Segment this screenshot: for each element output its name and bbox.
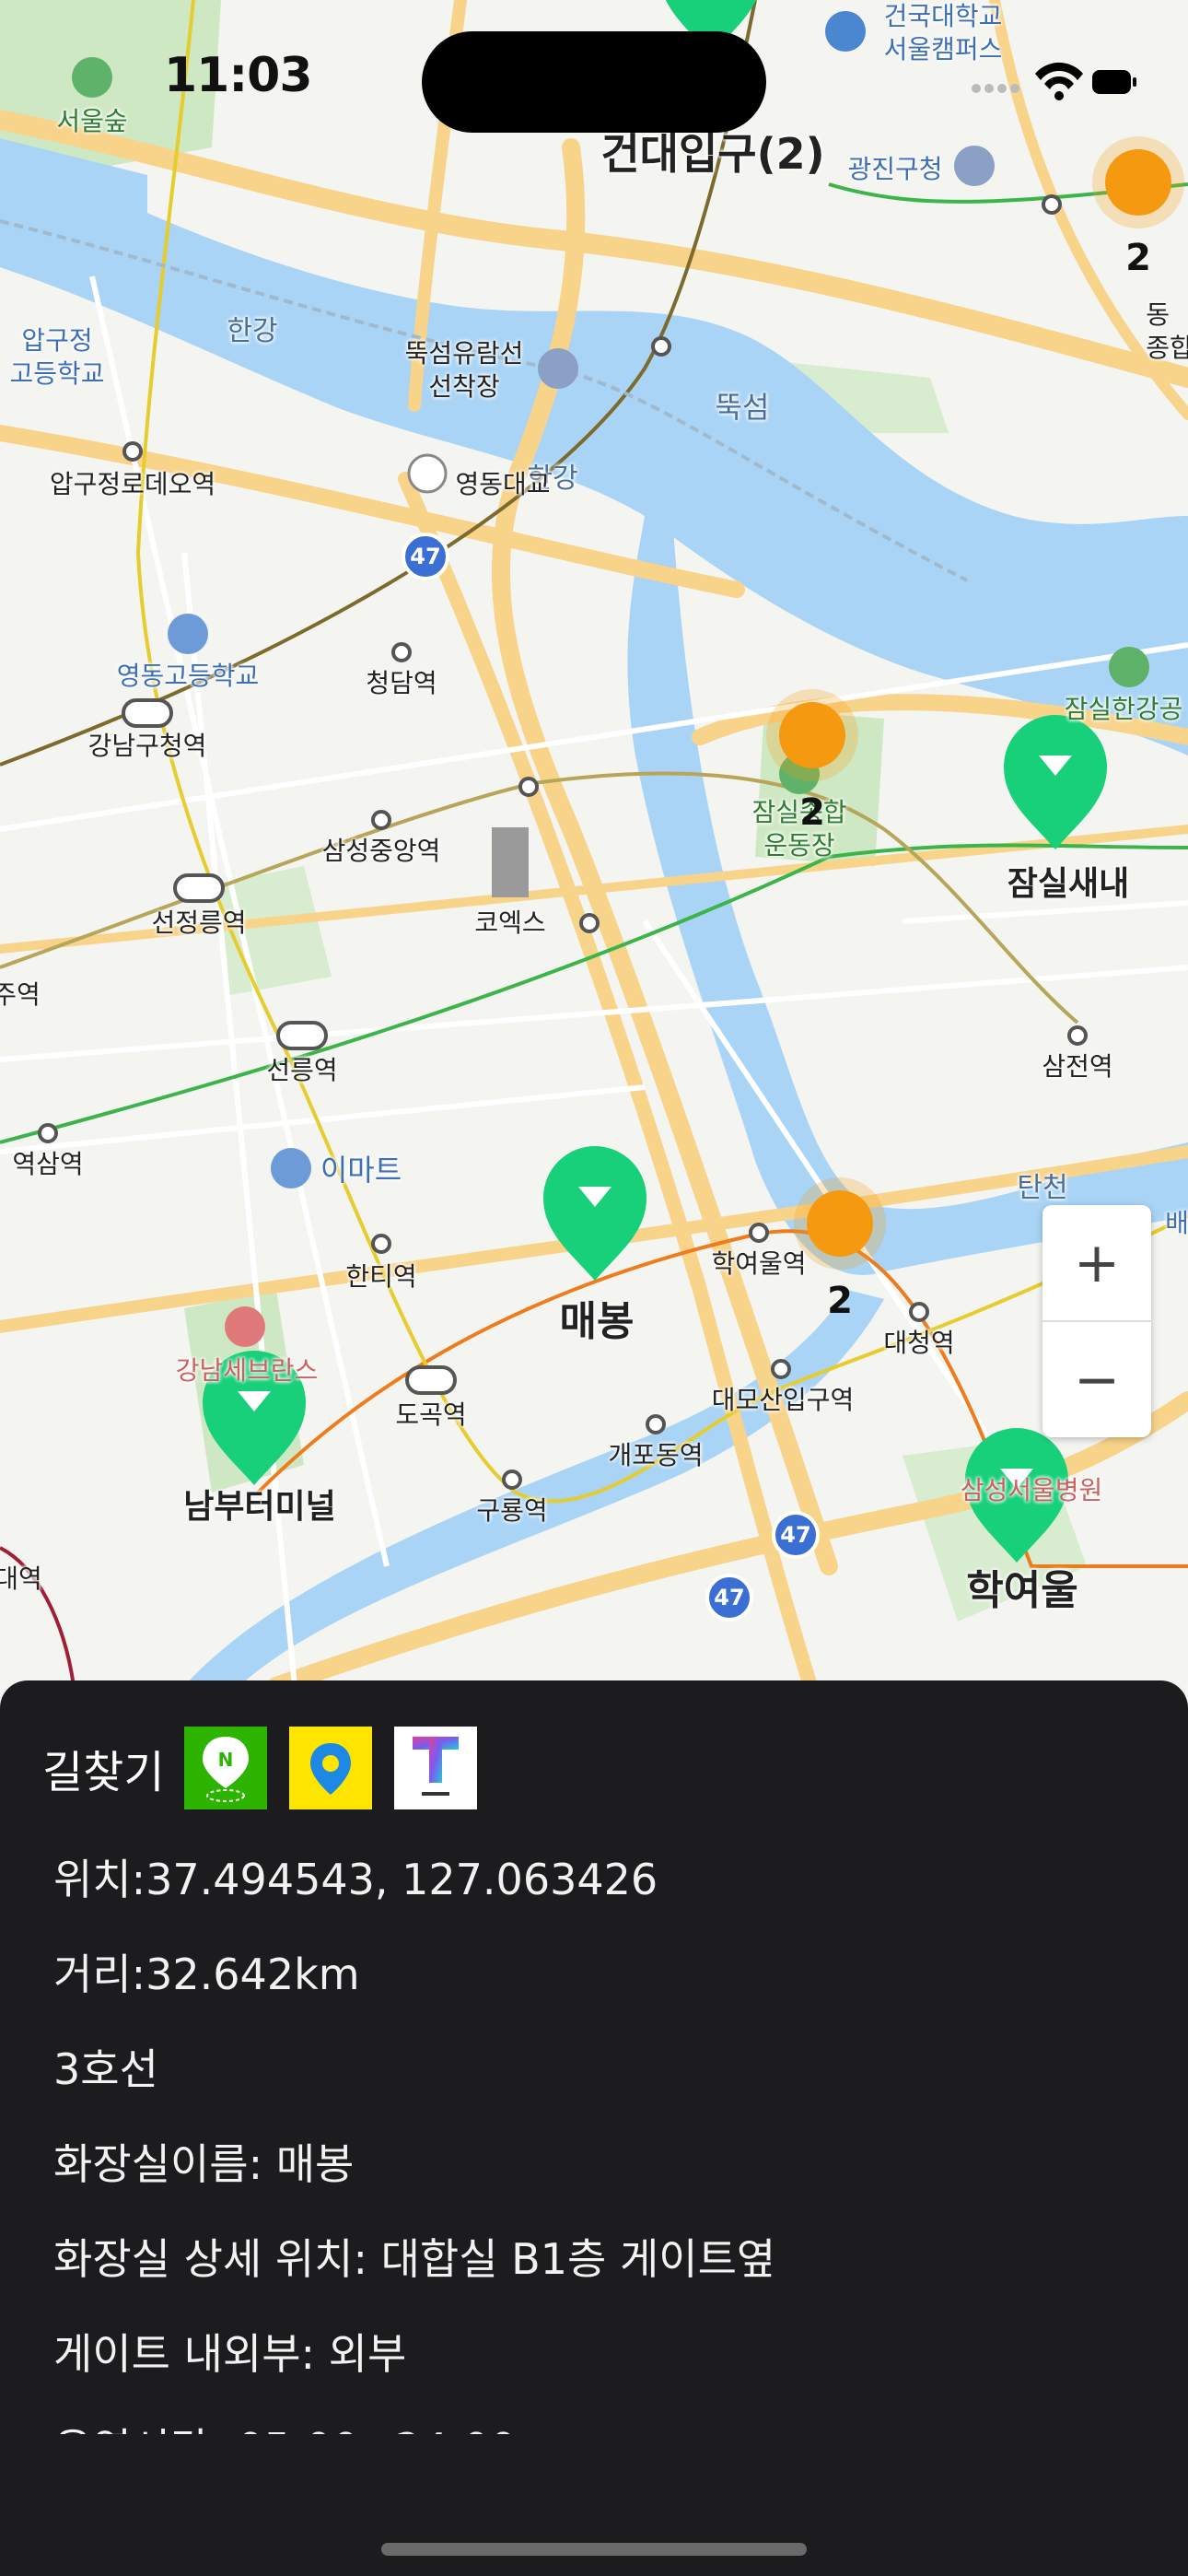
status-bar: 11:03 <box>0 0 1188 157</box>
map-label-samseong-jungang: 삼성중앙역 <box>321 836 441 866</box>
gate-side-text: 게이트 내외부: 외부 <box>53 2329 407 2379</box>
map-label-gaepo: 개포동역 <box>608 1440 704 1470</box>
map-label-hagyeoul: 학여울 <box>966 1567 1078 1614</box>
signal-icon <box>972 84 1019 93</box>
map-label-coex: 코엑스 <box>474 907 546 938</box>
map-label-daemosan: 대모산입구역 <box>711 1385 855 1415</box>
zoom-control: + − <box>1042 1205 1151 1437</box>
navigation-title: 길찾기 <box>42 1747 165 1798</box>
zoom-out-button[interactable]: − <box>1042 1322 1151 1437</box>
hours-clip: 운영시간: 05:00~24:00 <box>0 2395 1188 2434</box>
detail-sheet: 길찾기 N 위치:37.494543, 127.063426 거리:32.642… <box>0 1680 1188 2576</box>
subway-line-text: 3호선 <box>53 2044 158 2094</box>
map-label-gangnam-severance: 강남세브란스 <box>175 1355 319 1386</box>
map-label-dogok: 도곡역 <box>395 1399 467 1430</box>
map-label-apgujeong-high: 압구정 고등학교 <box>9 325 105 389</box>
map-label-samjeon: 삼전역 <box>1042 1051 1113 1082</box>
kakao-map-icon[interactable] <box>289 1727 373 1809</box>
operating-hours-text: 운영시간: 05:00~24:00 <box>53 2416 517 2434</box>
map-label-ttukseom: 뚝섬 <box>715 390 770 425</box>
map-label-emart: 이마트 <box>320 1153 402 1188</box>
cluster-count-top-right[interactable]: 2 <box>1125 237 1151 279</box>
wifi-icon <box>1035 62 1083 100</box>
map-label-tancheon: 탄천 <box>1017 1172 1068 1204</box>
tmap-icon[interactable] <box>394 1727 478 1809</box>
dynamic-island <box>422 31 766 133</box>
map-label-daecheong: 대청역 <box>883 1328 955 1358</box>
map-label-dong-right: 동 종합 <box>1146 299 1188 363</box>
route-47-a: 47 <box>410 544 441 569</box>
cluster-count-sports[interactable]: 2 <box>799 791 825 834</box>
route-47-b: 47 <box>780 1522 811 1548</box>
map-label-yeongdong-high: 영동고등학교 <box>116 661 260 691</box>
navigation-row: 길찾기 N <box>42 1727 499 1809</box>
battery-icon <box>1092 70 1136 94</box>
distance-text: 거리:32.642km <box>53 1950 360 1999</box>
toilet-detail-text: 화장실 상세 위치: 대합실 B1층 게이트옆 <box>53 2234 776 2284</box>
map-label-ttukseom-resort: 뚝섬유람선 선착장 <box>404 338 524 402</box>
map-label-hagyeoul-station: 학여울역 <box>711 1248 807 1279</box>
map-label-jamsil-saenae: 잠실새내 <box>1007 865 1130 903</box>
home-indicator <box>381 2543 807 2556</box>
map-label-yeongdong-bridge: 영동대교 <box>455 469 551 499</box>
map-label-nambu-terminal: 남부터미널 <box>183 1488 336 1526</box>
map-canvas <box>0 0 1188 1686</box>
map-label-jamsil-park: 잠실한강공 <box>1064 694 1183 724</box>
map-label-jiyeok: 주역 <box>0 979 41 1010</box>
map-label-apgujeong-rodeo: 압구정로데오역 <box>49 469 216 499</box>
status-icons <box>971 57 1136 103</box>
svg-text:N: N <box>218 1749 234 1771</box>
map-label-seolleung: 선릉역 <box>266 1055 338 1085</box>
map-label-guryong: 구룡역 <box>476 1495 548 1526</box>
map-label-hanti: 한티역 <box>345 1261 417 1292</box>
map-label-hangang-left: 한강 <box>227 315 278 347</box>
map-label-cheongdam: 청담역 <box>366 668 437 698</box>
map-label-maebong: 매봉 <box>559 1298 635 1345</box>
location-text: 위치:37.494543, 127.063426 <box>53 1855 658 1904</box>
map-view[interactable]: 서울숲 건국대학교 서울캠퍼스 광진구청 한강 뚝섬유람선 선착장 뚝섬 한강 … <box>0 0 1188 1686</box>
map-label-seonjeongneung: 선정릉역 <box>151 907 247 938</box>
cluster-count-hagyeoul[interactable]: 2 <box>827 1280 853 1322</box>
map-label-gyodae: 대역 <box>0 1563 42 1594</box>
map-label-bae: 배 <box>1165 1208 1188 1238</box>
zoom-in-button[interactable]: + <box>1042 1205 1151 1320</box>
status-time: 11:03 <box>164 48 313 103</box>
map-label-yeoksam: 역삼역 <box>12 1149 84 1179</box>
route-47-c: 47 <box>714 1585 745 1610</box>
map-label-samsung-hospital: 삼성서울병원 <box>960 1475 1103 1505</box>
toilet-name-text: 화장실이름: 매봉 <box>53 2139 355 2189</box>
naver-map-icon[interactable]: N <box>184 1727 268 1809</box>
map-label-gangnam-office: 강남구청역 <box>87 731 207 761</box>
